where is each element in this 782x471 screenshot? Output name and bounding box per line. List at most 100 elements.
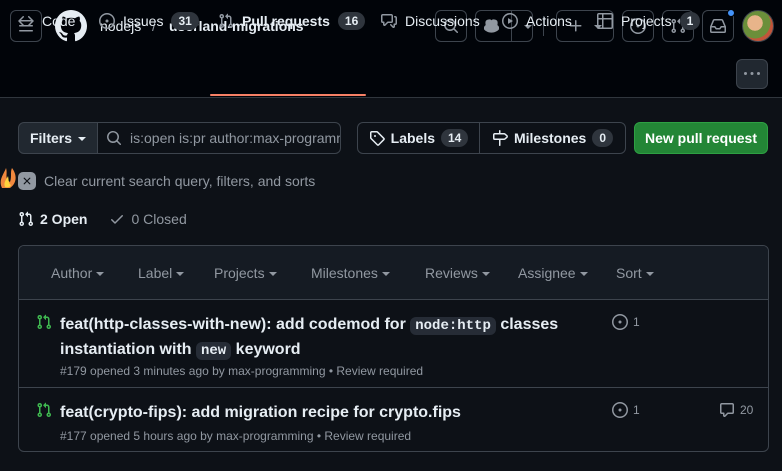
- title-text: feat(crypto-fips): add migration recipe …: [60, 404, 461, 421]
- milestone-icon: [492, 130, 508, 146]
- menu-label: Milestones: [311, 265, 378, 281]
- title-text: feat(http-classes-with-new): add codemod…: [60, 316, 411, 333]
- projects-count-badge: 1: [679, 12, 701, 30]
- title-text: keyword: [231, 341, 301, 358]
- chevron-down-icon: [645, 272, 654, 276]
- chevron-down-icon: [381, 272, 390, 276]
- comments-link[interactable]: 20: [719, 402, 753, 418]
- notification-indicator: [727, 9, 735, 17]
- menu-label: Projects: [214, 265, 265, 281]
- search-input[interactable]: [130, 130, 340, 146]
- sort-menu[interactable]: Sort: [616, 246, 654, 300]
- list-item: feat(http-classes-with-new): add codemod…: [19, 301, 768, 388]
- linked-issues-link[interactable]: 1: [612, 402, 640, 418]
- state-toggle: 2 Open 0 Closed: [18, 210, 187, 228]
- close-icon: [18, 172, 36, 190]
- open-count-label: 2 Open: [40, 211, 88, 227]
- linked-issues-count: 1: [633, 315, 640, 329]
- milestones-count-badge: 0: [592, 129, 614, 147]
- issue-opened-icon: [612, 402, 628, 418]
- linked-issues-count: 1: [633, 403, 640, 417]
- labels-button[interactable]: Labels 14: [357, 122, 480, 154]
- tab-discussions[interactable]: Discussions: [381, 0, 480, 42]
- issues-count-badge: 31: [171, 12, 199, 30]
- tab-label: Discussions: [405, 13, 480, 29]
- chevron-down-icon: [176, 272, 185, 276]
- chevron-down-icon: [481, 272, 490, 276]
- inline-code: node:http: [410, 317, 496, 335]
- check-icon: [111, 215, 124, 224]
- tab-code[interactable]: Code: [18, 0, 75, 42]
- chevron-down-icon: [78, 137, 86, 141]
- pull-requests-count-badge: 16: [337, 12, 366, 30]
- issue-opened-icon: [99, 13, 115, 29]
- app-header: nodejs / userland-migrations Code Issues…: [0, 0, 782, 98]
- new-pull-request-button[interactable]: New pull request: [634, 122, 768, 154]
- milestones-filter-menu[interactable]: Milestones: [311, 246, 390, 300]
- tab-label: Projects: [621, 13, 672, 29]
- reviews-filter-menu[interactable]: Reviews: [425, 246, 490, 300]
- label-filter-menu[interactable]: Label: [138, 246, 185, 300]
- pull-request-title-link[interactable]: feat(http-classes-with-new): add codemod…: [60, 313, 560, 363]
- inline-code: new: [196, 342, 232, 360]
- comment-discussion-icon: [381, 14, 397, 28]
- pull-request-meta: #177 opened 5 hours ago by max-programmi…: [60, 429, 412, 443]
- play-icon: [502, 13, 518, 29]
- git-pull-request-icon: [37, 314, 52, 330]
- search-field[interactable]: [97, 122, 341, 154]
- closed-filter[interactable]: 0 Closed: [109, 211, 187, 227]
- menu-label: Label: [138, 265, 173, 281]
- menu-label: Reviews: [425, 265, 478, 281]
- tab-label: Issues: [123, 13, 164, 29]
- kebab-horizontal-icon: [744, 72, 760, 75]
- flame-icon: [0, 168, 16, 188]
- assignee-filter-menu[interactable]: Assignee: [518, 246, 588, 300]
- milestones-label: Milestones: [513, 130, 587, 146]
- chevron-down-icon: [96, 272, 105, 276]
- open-filter[interactable]: 2 Open: [18, 211, 87, 227]
- filters-label: Filters: [29, 130, 72, 146]
- pull-request-title-link[interactable]: feat(crypto-fips): add migration recipe …: [60, 401, 560, 425]
- tab-label: Actions: [526, 13, 572, 29]
- tab-issues[interactable]: Issues 31: [99, 0, 199, 42]
- avatar[interactable]: [742, 10, 774, 42]
- tab-label: Pull requests: [242, 13, 330, 29]
- filters-button[interactable]: Filters: [18, 122, 98, 154]
- pull-request-list: Author Label Projects Milestones Reviews…: [18, 245, 769, 452]
- menu-label: Assignee: [518, 265, 576, 281]
- chevron-down-icon: [579, 272, 588, 276]
- inbox-icon: [710, 19, 726, 33]
- chevron-down-icon: [268, 272, 277, 276]
- linked-issues-link[interactable]: 1: [612, 314, 640, 330]
- menu-label: Author: [51, 265, 93, 281]
- labels-count-badge: 14: [441, 129, 469, 147]
- code-icon: [18, 15, 34, 27]
- copilot-icon: [484, 19, 500, 33]
- tab-actions[interactable]: Actions: [502, 0, 572, 42]
- tag-icon: [369, 131, 385, 146]
- tab-projects[interactable]: Projects 1: [597, 0, 701, 42]
- issue-opened-icon: [612, 314, 628, 330]
- projects-filter-menu[interactable]: Projects: [214, 246, 277, 300]
- closed-count-label: 0 Closed: [131, 211, 187, 227]
- clear-filters-label: Clear current search query, filters, and…: [44, 173, 316, 189]
- milestones-button[interactable]: Milestones 0: [479, 122, 626, 154]
- selected-tab-indicator: [210, 94, 366, 96]
- comment-icon: [720, 403, 734, 417]
- labels-label: Labels: [390, 130, 435, 146]
- more-tabs-button[interactable]: [736, 59, 768, 89]
- git-pull-request-icon: [37, 402, 52, 418]
- git-pull-request-icon: [219, 13, 234, 29]
- list-item: feat(crypto-fips): add migration recipe …: [19, 389, 768, 451]
- comments-count: 20: [740, 403, 754, 417]
- author-filter-menu[interactable]: Author: [51, 246, 105, 300]
- search-icon: [107, 131, 122, 146]
- pull-request-meta: #179 opened 3 minutes ago by max-program…: [60, 364, 424, 378]
- clear-filters-link[interactable]: Clear current search query, filters, and…: [18, 172, 315, 190]
- list-filter-header: Author Label Projects Milestones Reviews…: [19, 246, 768, 300]
- table-icon: [597, 13, 613, 29]
- tab-pull-requests[interactable]: Pull requests 16: [218, 0, 366, 42]
- tab-label: Code: [42, 13, 76, 29]
- menu-label: Sort: [616, 265, 642, 281]
- git-pull-request-icon: [19, 211, 34, 227]
